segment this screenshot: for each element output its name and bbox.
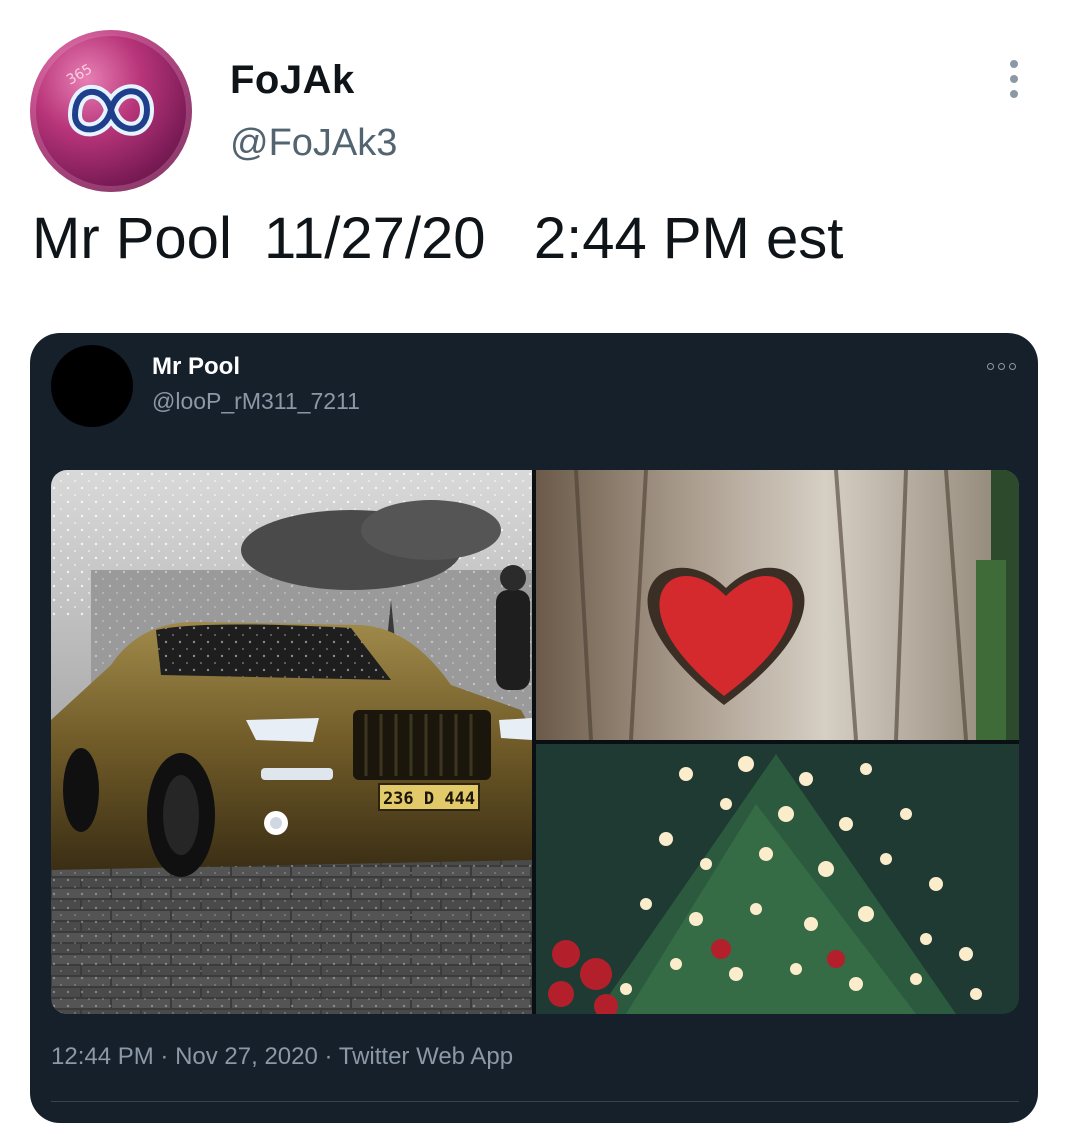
embedded-tweet-meta: 12:44 PM · Nov 27, 2020 · Twitter Web Ap… — [51, 1043, 513, 1071]
embedded-tweet-source[interactable]: Twitter Web App — [339, 1043, 513, 1070]
embedded-tweet-time[interactable]: 12:44 PM — [51, 1043, 154, 1070]
christmas-tree-lights-photo[interactable] — [536, 744, 1019, 1014]
tweet-text: Mr Pool 11/27/20 2:44 PM est — [32, 206, 844, 271]
meta-separator: · — [153, 1043, 176, 1070]
avatar[interactable]: 365 — [30, 30, 192, 192]
author-display-name[interactable]: FoJAk — [230, 58, 355, 103]
vertical-ellipsis-icon[interactable] — [1003, 58, 1025, 102]
media-grid: 236 D 444 — [51, 470, 1019, 1014]
svg-text:365: 365 — [64, 61, 95, 88]
heart-in-tree-bark-photo[interactable] — [536, 470, 1019, 740]
embedded-handle[interactable]: @looP_rM311_7211 — [152, 388, 360, 415]
divider — [51, 1101, 1019, 1102]
gold-car-photo[interactable]: 236 D 444 — [51, 470, 532, 1014]
embedded-tweet-date[interactable]: Nov 27, 2020 — [175, 1043, 318, 1070]
embedded-avatar[interactable] — [51, 345, 133, 427]
infinity-logo-icon: 365 — [30, 30, 192, 192]
horizontal-ellipsis-icon[interactable] — [987, 361, 1019, 373]
author-handle[interactable]: @FoJAk3 — [230, 122, 397, 165]
embedded-tweet-card[interactable]: Mr Pool @looP_rM311_7211 236 D 444 12:44… — [30, 333, 1038, 1123]
license-plate-text: 236 D 444 — [383, 789, 475, 809]
meta-separator: · — [317, 1043, 339, 1070]
embedded-display-name[interactable]: Mr Pool — [152, 353, 240, 381]
